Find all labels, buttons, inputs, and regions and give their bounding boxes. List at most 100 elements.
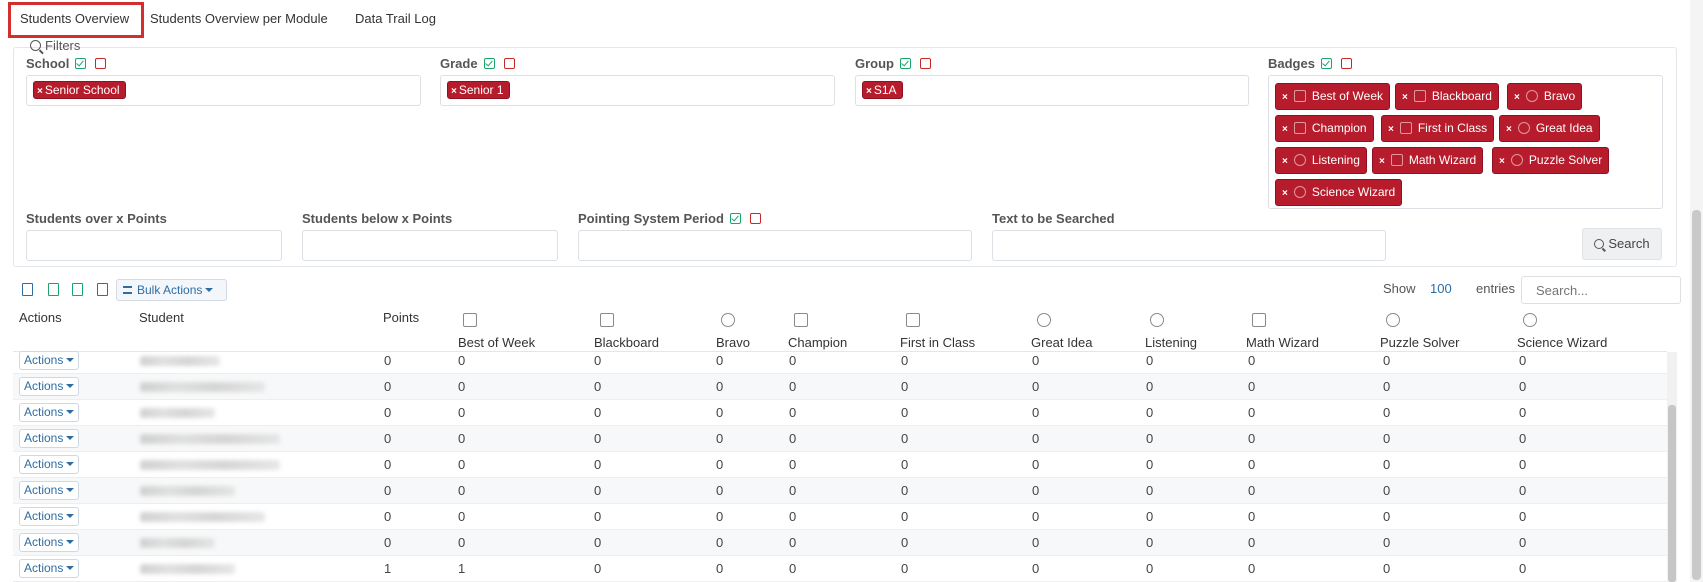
student-name-redacted — [140, 460, 280, 470]
badge-tag-bravo[interactable]: × Bravo — [1507, 83, 1583, 110]
row-actions-button[interactable]: Actions — [19, 481, 79, 500]
points-cell: 0 — [384, 483, 392, 498]
select-all-icon[interactable] — [1320, 58, 1332, 69]
row-actions-button[interactable]: Actions — [19, 559, 79, 578]
school-select[interactable]: × Senior School — [26, 75, 421, 106]
ear-icon — [1293, 154, 1306, 166]
badge-tag-math-wizard[interactable]: × Math Wizard — [1372, 147, 1484, 174]
badge-count-cell: 0 — [458, 509, 466, 524]
select-all-icon[interactable] — [483, 58, 495, 69]
medal-icon — [1525, 90, 1538, 102]
tab-data-trail-log[interactable]: Data Trail Log — [355, 11, 436, 26]
row-actions-label: Actions — [24, 379, 64, 393]
badge-tag-label: Blackboard — [1431, 89, 1492, 103]
remove-tag-icon[interactable]: × — [1282, 124, 1288, 135]
text-search-input[interactable] — [992, 230, 1386, 261]
select-all-icon[interactable] — [729, 213, 741, 224]
select-all-icon[interactable] — [75, 58, 87, 69]
remove-tag-icon[interactable]: × — [37, 86, 43, 97]
group-tag[interactable]: × S1A — [862, 81, 903, 99]
table-row: Actions 1 1 0 0 0 0 0 0 0 0 0 — [13, 556, 1667, 582]
deselect-all-icon[interactable] — [749, 213, 761, 224]
badge-tag-label: Bravo — [1543, 89, 1576, 103]
remove-tag-icon[interactable]: × — [1506, 124, 1512, 135]
badge-tag-label: Champion — [1311, 121, 1367, 135]
row-actions-button[interactable]: Actions — [19, 377, 79, 396]
badge-count-cell: 0 — [594, 535, 602, 550]
badge-tag-puzzle-solver[interactable]: × Puzzle Solver — [1492, 147, 1610, 174]
badge-count-cell: 0 — [1248, 483, 1256, 498]
badge-count-cell: 0 — [1519, 509, 1527, 524]
period-select[interactable] — [578, 230, 972, 261]
medal-icon — [721, 313, 735, 327]
row-actions-label: Actions — [24, 561, 64, 575]
badge-count-cell: 0 — [1519, 483, 1527, 498]
table-search-input[interactable] — [1521, 276, 1681, 304]
copy-icon[interactable] — [97, 283, 108, 296]
remove-tag-icon[interactable]: × — [1379, 156, 1385, 167]
badge-count-cell: 0 — [1519, 431, 1527, 446]
badge-tag-label: Best of Week — [1311, 89, 1383, 103]
deselect-all-icon[interactable] — [920, 58, 931, 69]
excel-icon[interactable] — [48, 283, 59, 296]
row-actions-button[interactable]: Actions — [19, 507, 79, 526]
row-actions-button[interactable]: Actions — [19, 351, 79, 370]
print-icon[interactable] — [22, 283, 33, 296]
badge-tag-science-wizard[interactable]: × Science Wizard — [1275, 179, 1403, 206]
row-actions-button[interactable]: Actions — [19, 533, 79, 552]
table-row: Actions 0 0 0 0 0 0 0 0 0 0 0 — [13, 400, 1667, 426]
badge-tag-first-in-class[interactable]: × First in Class — [1381, 115, 1495, 142]
col-student[interactable]: Student — [139, 310, 184, 325]
badge-tag-champion[interactable]: × Champion — [1275, 115, 1374, 142]
remove-tag-icon[interactable]: × — [866, 86, 872, 97]
over-points-label: Students over x Points — [26, 211, 167, 226]
badge-count-cell: 0 — [1032, 561, 1040, 576]
badge-count-cell: 0 — [1383, 405, 1391, 420]
badge-tag-listening[interactable]: × Listening — [1275, 147, 1367, 174]
col-actions[interactable]: Actions — [19, 310, 62, 325]
deselect-all-icon[interactable] — [95, 58, 107, 69]
remove-tag-icon[interactable]: × — [1388, 124, 1394, 135]
badges-select[interactable]: × Best of Week × Blackboard × Bravo × Champi… — [1268, 75, 1663, 209]
badge-count-cell: 0 — [1383, 561, 1391, 576]
below-points-input[interactable] — [302, 230, 558, 261]
deselect-all-icon[interactable] — [503, 58, 515, 69]
page-length-select[interactable]: 100 — [1430, 281, 1452, 296]
badge-count-cell: 0 — [716, 561, 724, 576]
badge-count-cell: 0 — [1146, 509, 1154, 524]
remove-tag-icon[interactable]: × — [1282, 156, 1288, 167]
calculator-icon — [1390, 154, 1403, 166]
remove-tag-icon[interactable]: × — [1402, 92, 1408, 103]
badge-count-cell: 0 — [594, 457, 602, 472]
page-scrollbar-thumb[interactable] — [1692, 210, 1701, 580]
col-points[interactable]: Points — [383, 310, 419, 325]
badge-count-cell: 0 — [901, 379, 909, 394]
row-actions-button[interactable]: Actions — [19, 455, 79, 474]
badge-tag-blackboard[interactable]: × Blackboard — [1395, 83, 1499, 110]
table-row: Actions 0 0 0 0 0 0 0 0 0 0 0 — [13, 348, 1667, 374]
badge-tag-best-of-week[interactable]: × Best of Week — [1275, 83, 1390, 110]
remove-tag-icon[interactable]: × — [1282, 92, 1288, 103]
table-scrollbar-thumb[interactable] — [1668, 405, 1676, 582]
remove-tag-icon[interactable]: × — [1514, 92, 1520, 103]
search-button[interactable]: Search — [1582, 228, 1662, 260]
bulk-actions-button[interactable]: Bulk Actions — [116, 279, 227, 301]
row-actions-button[interactable]: Actions — [19, 429, 79, 448]
badge-count-cell: 0 — [1383, 483, 1391, 498]
remove-tag-icon[interactable]: × — [1499, 156, 1505, 167]
grade-tag[interactable]: × Senior 1 — [447, 81, 510, 99]
over-points-input[interactable] — [26, 230, 282, 261]
tab-students-overview-per-module[interactable]: Students Overview per Module — [150, 11, 328, 26]
school-tag[interactable]: × Senior School — [33, 81, 126, 99]
below-points-label: Students below x Points — [302, 211, 453, 226]
badge-tag-great-idea[interactable]: × Great Idea — [1499, 115, 1600, 142]
group-select[interactable]: × S1A — [855, 75, 1249, 106]
csv-icon[interactable] — [72, 283, 83, 296]
row-actions-button[interactable]: Actions — [19, 403, 79, 422]
grade-select[interactable]: × Senior 1 — [440, 75, 835, 106]
deselect-all-icon[interactable] — [1340, 58, 1352, 69]
remove-tag-icon[interactable]: × — [1282, 188, 1288, 199]
points-cell: 0 — [384, 535, 392, 550]
select-all-icon[interactable] — [900, 58, 911, 69]
remove-tag-icon[interactable]: × — [451, 86, 457, 97]
